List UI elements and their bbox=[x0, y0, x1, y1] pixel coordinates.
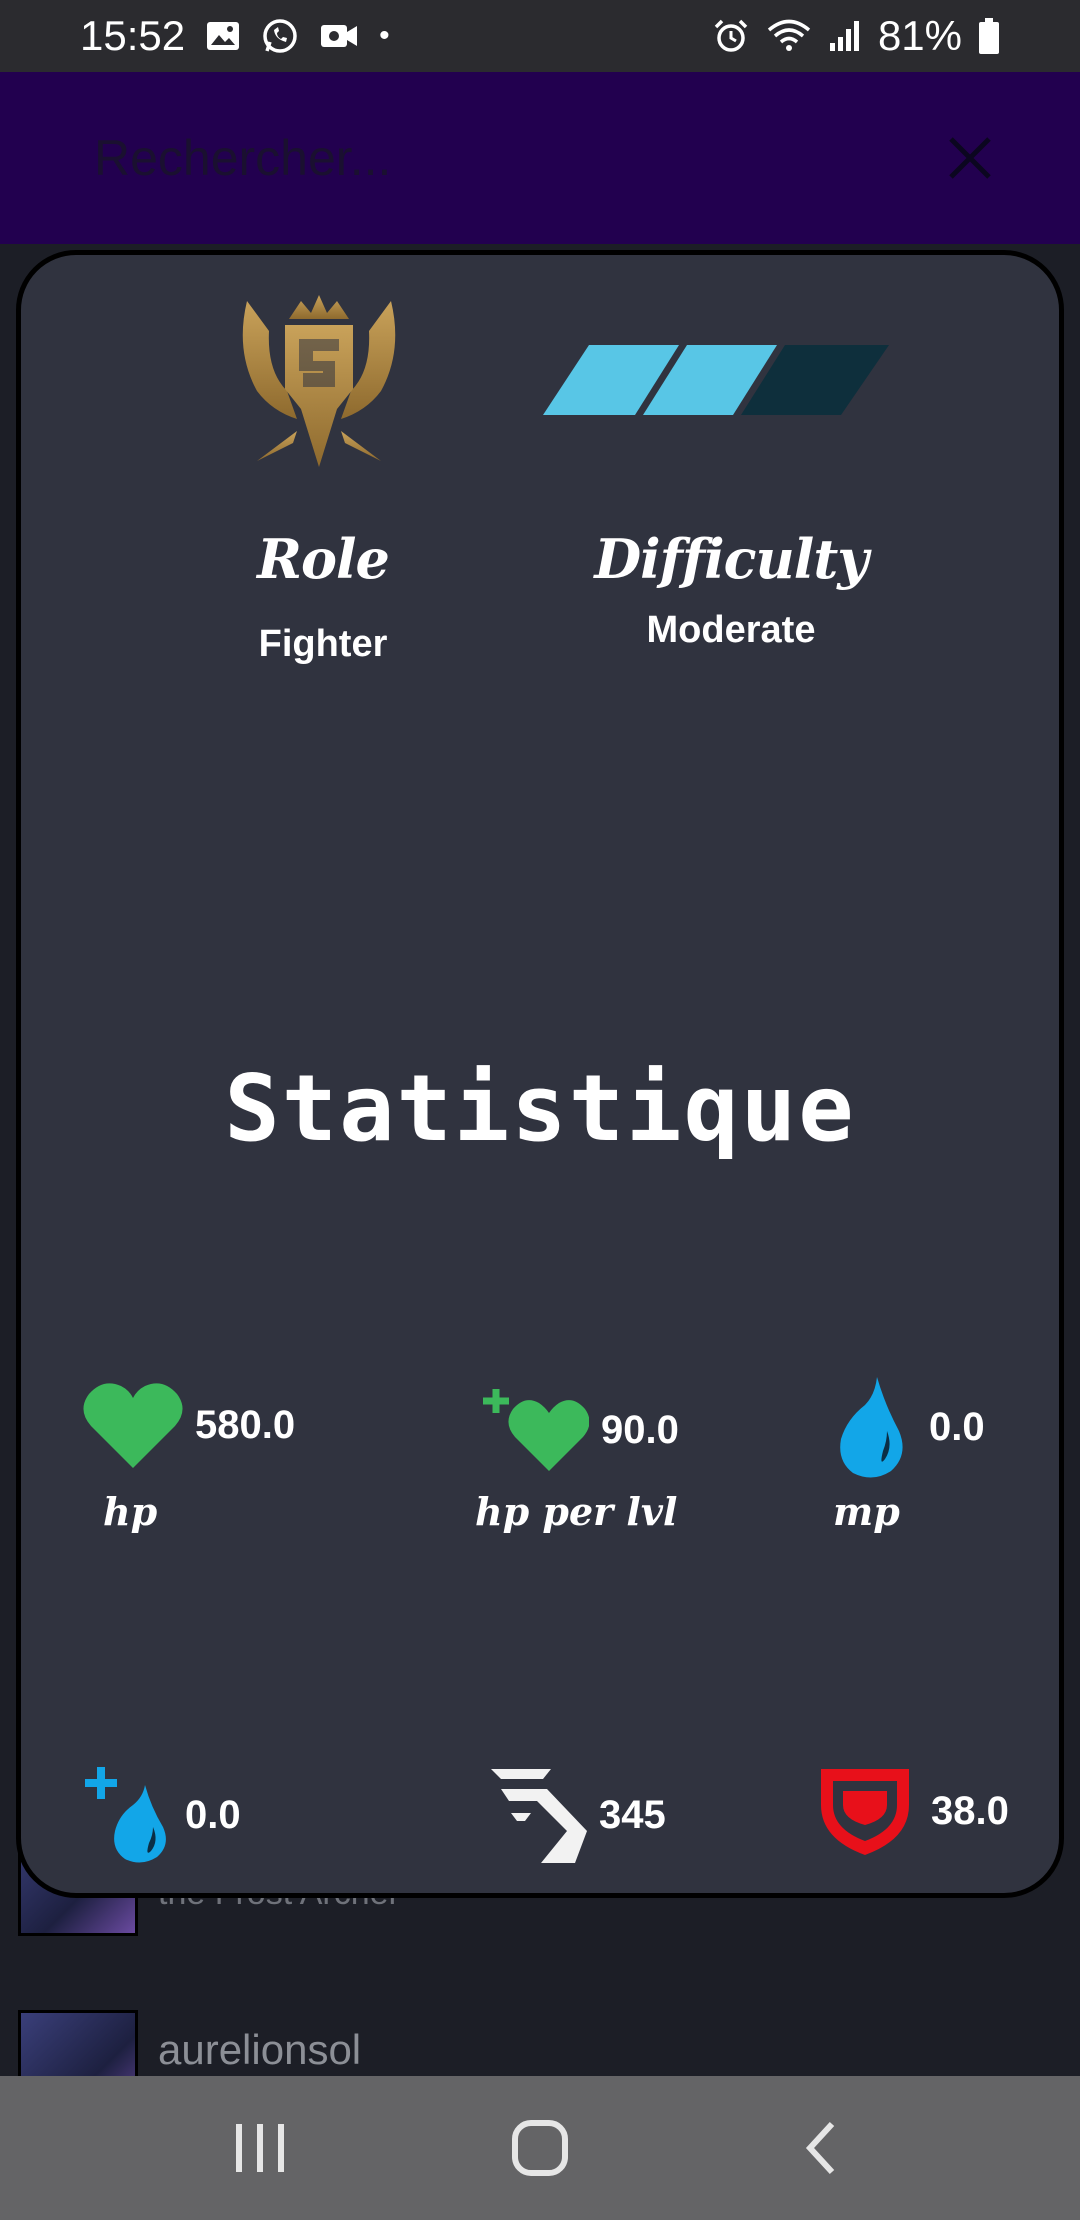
stat-hp: 580.0 bbox=[83, 1380, 295, 1470]
champion-details-card: Role Fighter Difficulty Moderate Statist… bbox=[16, 250, 1064, 1898]
home-button[interactable] bbox=[480, 2098, 600, 2198]
recent-apps-button[interactable] bbox=[200, 2098, 320, 2198]
battery-percent: 81% bbox=[877, 12, 962, 59]
mana-plus-icon bbox=[85, 1767, 166, 1863]
list-item-name: aurelionsol bbox=[158, 2026, 362, 2073]
whatsapp-icon bbox=[261, 17, 299, 55]
move-speed-icon bbox=[491, 1769, 587, 1863]
role-label: Role bbox=[257, 527, 390, 591]
difficulty-label: Difficulty bbox=[594, 527, 868, 591]
stat-mp-per-level-value: 0.0 bbox=[185, 1792, 241, 1837]
mana-drop-icon bbox=[840, 1377, 903, 1478]
back-button[interactable] bbox=[760, 2098, 880, 2198]
stat-armor-value: 38.0 bbox=[931, 1788, 1009, 1833]
stats-title: Statistique bbox=[224, 1055, 856, 1162]
stat-hp-per-level: 90.0 bbox=[479, 1385, 679, 1475]
status-bar: 15:52 • 81% bbox=[0, 0, 1080, 72]
search-toolbar bbox=[0, 72, 1080, 244]
stat-armor: 38.0 bbox=[817, 1765, 1009, 1857]
status-time: 15:52 bbox=[80, 12, 186, 59]
home-icon bbox=[512, 2120, 568, 2176]
stat-mp: 0.0 bbox=[835, 1375, 985, 1479]
difficulty-value: Moderate bbox=[646, 609, 816, 651]
fighter-role-icon bbox=[227, 291, 411, 471]
battery-icon bbox=[978, 17, 1000, 55]
search-input[interactable] bbox=[94, 129, 940, 187]
status-right: 81% bbox=[712, 12, 1000, 60]
close-icon bbox=[949, 137, 991, 179]
stat-hp-per-level-value: 90.0 bbox=[601, 1407, 679, 1452]
back-icon bbox=[805, 2121, 835, 2175]
alarm-icon bbox=[712, 17, 750, 55]
heart-plus-icon bbox=[483, 1389, 589, 1471]
status-dot: • bbox=[379, 19, 390, 52]
stat-mp-value: 0.0 bbox=[929, 1404, 985, 1449]
gallery-icon bbox=[205, 18, 241, 54]
stat-hp-value: 580.0 bbox=[195, 1402, 296, 1447]
stat-hp-per-level-label: hp per lvl bbox=[475, 1489, 678, 1534]
wifi-icon bbox=[766, 17, 812, 55]
stat-hp-label: hp bbox=[103, 1489, 158, 1534]
close-search-button[interactable] bbox=[940, 128, 1000, 188]
navigation-bar bbox=[0, 2076, 1080, 2220]
stat-mp-label: mp bbox=[833, 1489, 900, 1534]
stat-move-speed: 345 bbox=[487, 1765, 666, 1865]
video-call-icon bbox=[319, 19, 359, 53]
stat-move-speed-value: 345 bbox=[599, 1792, 666, 1837]
signal-icon bbox=[828, 19, 862, 53]
recent-apps-icon bbox=[236, 2124, 284, 2172]
screen: 15:52 • 81% Rechercher... aurelionsol Ro… bbox=[0, 0, 1080, 2220]
status-left: 15:52 • bbox=[80, 12, 390, 60]
heart-icon bbox=[83, 1383, 183, 1468]
armor-icon bbox=[821, 1769, 909, 1855]
difficulty-meter bbox=[543, 345, 889, 415]
stat-mp-per-level: 0.0 bbox=[83, 1765, 241, 1865]
role-value: Fighter bbox=[258, 623, 388, 665]
list-item-text: aurelionsol bbox=[158, 2026, 361, 2074]
